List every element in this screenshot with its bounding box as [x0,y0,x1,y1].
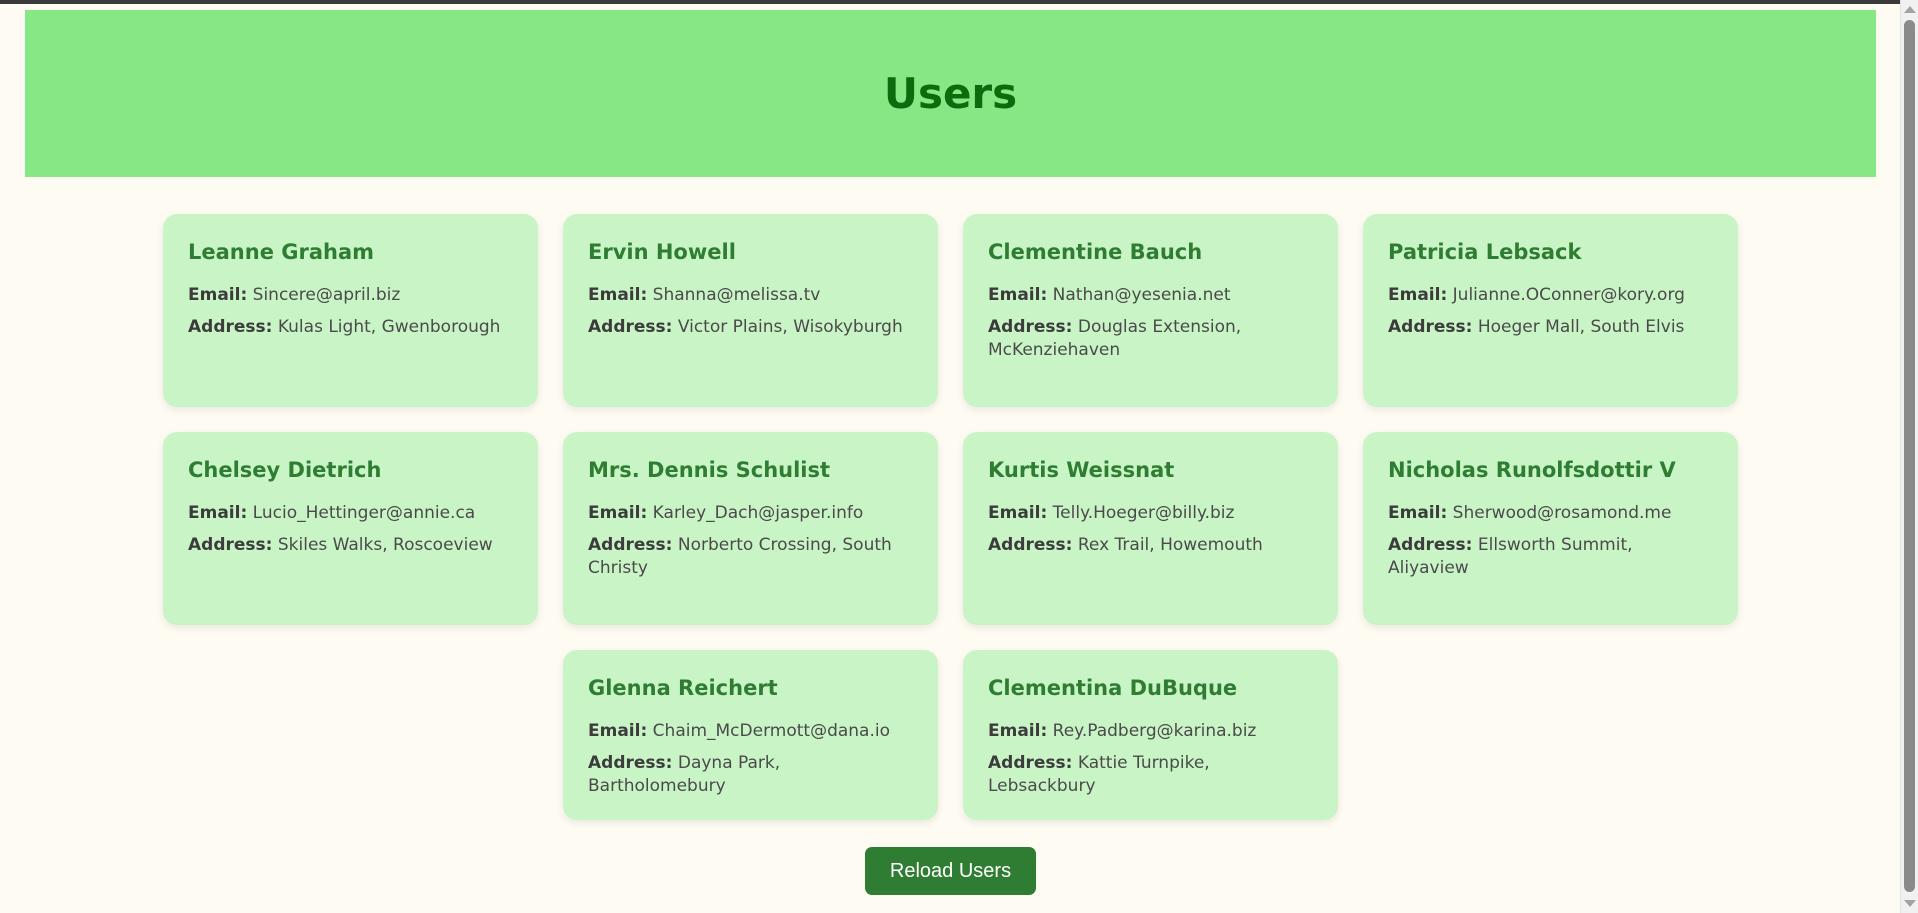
user-email: Email: Chaim_McDermott@dana.io [588,720,913,743]
scrollbar-thumb[interactable] [1904,20,1915,892]
user-address: Address: Dayna Park, Bartholomebury [588,752,913,798]
user-name: Clementine Bauch [988,240,1203,264]
user-card: Kurtis Weissnat Email: Telly.Hoeger@bill… [963,432,1338,625]
user-email: Email: Telly.Hoeger@billy.biz [988,502,1313,525]
user-name: Nicholas Runolfsdottir V [1388,458,1676,482]
email-value: Chaim_McDermott@dana.io [652,721,890,741]
user-email: Email: Sherwood@rosamond.me [1388,502,1713,525]
user-grid: Leanne Graham Email: Sincere@april.biz A… [163,214,1738,820]
email-value: Lucio_Hettinger@annie.ca [252,503,476,523]
page-title: Users [883,69,1018,118]
address-value: Kulas Light, Gwenborough [277,317,501,337]
address-label: Address: [588,753,673,773]
page-header: Users [25,10,1876,177]
email-value: Telly.Hoeger@billy.biz [1052,503,1235,523]
user-address: Address: Victor Plains, Wisokyburgh [588,316,913,339]
user-address: Address: Kattie Turnpike, Lebsackbury [988,752,1313,798]
email-label: Email: [988,721,1048,741]
address-label: Address: [988,753,1073,773]
address-value: Skiles Walks, Roscoeview [277,535,493,555]
address-value: Rex Trail, Howemouth [1077,535,1263,555]
vertical-scrollbar[interactable] [1900,0,1918,913]
user-card: Mrs. Dennis Schulist Email: Karley_Dach@… [563,432,938,625]
user-name: Patricia Lebsack [1388,240,1582,264]
user-card: Patricia Lebsack Email: Julianne.OConner… [1363,214,1738,407]
user-card: Leanne Graham Email: Sincere@april.biz A… [163,214,538,407]
scroll-up-icon[interactable] [1904,6,1916,13]
email-label: Email: [988,503,1048,523]
user-name: Ervin Howell [588,240,736,264]
email-label: Email: [588,721,648,741]
address-value: Victor Plains, Wisokyburgh [677,317,903,337]
email-label: Email: [1388,285,1448,305]
user-email: Email: Julianne.OConner@kory.org [1388,284,1713,307]
email-value: Nathan@yesenia.net [1052,285,1231,305]
user-name: Leanne Graham [188,240,375,264]
user-card: Ervin Howell Email: Shanna@melissa.tv Ad… [563,214,938,407]
user-address: Address: Norberto Crossing, South Christ… [588,534,913,580]
address-label: Address: [988,535,1073,555]
user-email: Email: Lucio_Hettinger@annie.ca [188,502,513,525]
user-address: Address: Rex Trail, Howemouth [988,534,1313,557]
user-name: Clementina DuBuque [988,676,1238,700]
email-label: Email: [1388,503,1448,523]
user-card: Nicholas Runolfsdottir V Email: Sherwood… [1363,432,1738,625]
user-address: Address: Kulas Light, Gwenborough [188,316,513,339]
address-label: Address: [1388,535,1473,555]
address-label: Address: [188,317,273,337]
user-card: Clementine Bauch Email: Nathan@yesenia.n… [963,214,1338,407]
email-label: Email: [588,285,648,305]
user-address: Address: Hoeger Mall, South Elvis [1388,316,1713,339]
address-label: Address: [188,535,273,555]
email-value: Karley_Dach@jasper.info [652,503,864,523]
user-address: Address: Douglas Extension, McKenziehave… [988,316,1313,362]
user-email: Email: Nathan@yesenia.net [988,284,1313,307]
email-value: Sincere@april.biz [252,285,401,305]
scroll-down-icon[interactable] [1904,900,1916,907]
user-address: Address: Ellsworth Summit, Aliyaview [1388,534,1713,580]
user-card: Chelsey Dietrich Email: Lucio_Hettinger@… [163,432,538,625]
user-email: Email: Shanna@melissa.tv [588,284,913,307]
user-email: Email: Sincere@april.biz [188,284,513,307]
user-address: Address: Skiles Walks, Roscoeview [188,534,513,557]
address-label: Address: [588,317,673,337]
email-label: Email: [188,503,248,523]
email-label: Email: [988,285,1048,305]
user-card: Glenna Reichert Email: Chaim_McDermott@d… [563,650,938,820]
user-name: Kurtis Weissnat [988,458,1175,482]
reload-users-button[interactable]: Reload Users [865,847,1036,895]
address-label: Address: [988,317,1073,337]
user-card: Clementina DuBuque Email: Rey.Padberg@ka… [963,650,1338,820]
email-value: Sherwood@rosamond.me [1452,503,1672,523]
user-name: Glenna Reichert [588,676,778,700]
address-label: Address: [1388,317,1473,337]
email-value: Shanna@melissa.tv [652,285,821,305]
email-value: Rey.Padberg@karina.biz [1052,721,1257,741]
email-label: Email: [188,285,248,305]
user-email: Email: Karley_Dach@jasper.info [588,502,913,525]
address-label: Address: [588,535,673,555]
email-value: Julianne.OConner@kory.org [1452,285,1685,305]
user-name: Chelsey Dietrich [188,458,382,482]
page: Users Leanne Graham Email: Sincere@april… [0,4,1900,913]
user-email: Email: Rey.Padberg@karina.biz [988,720,1313,743]
address-value: Hoeger Mall, South Elvis [1477,317,1685,337]
email-label: Email: [588,503,648,523]
user-name: Mrs. Dennis Schulist [588,458,831,482]
